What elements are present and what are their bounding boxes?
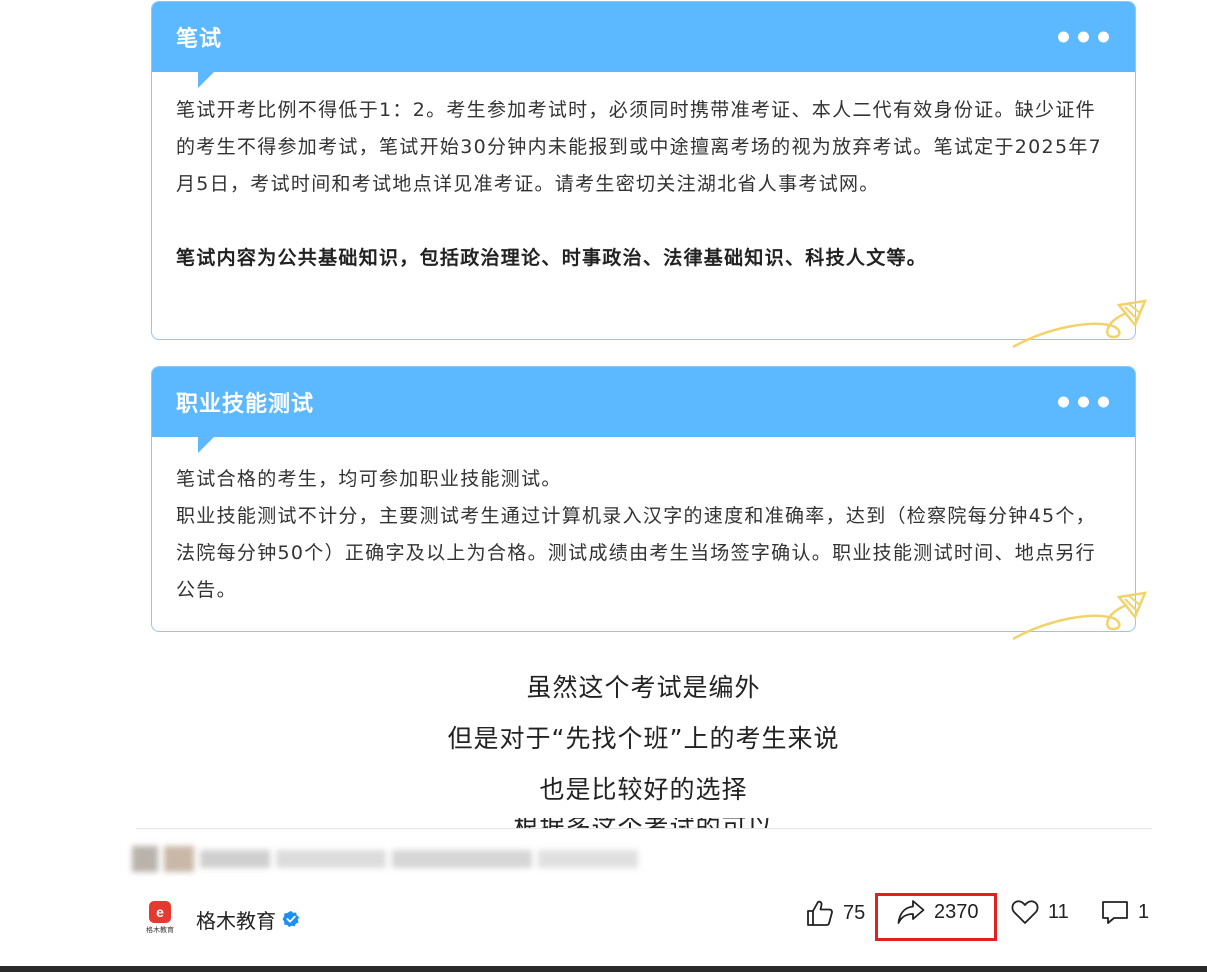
article-line-cutoff: 根据多这个考试的可以 [151,818,1136,828]
card-paragraph: 笔试合格的考生，均可参加职业技能测试。 [176,468,562,490]
article-line: 但是对于“先找个班”上的考生来说 [447,724,840,753]
card-header: 笔试 [152,2,1135,88]
more-dots-icon [1058,31,1109,43]
favorite-count: 11 [1048,900,1069,923]
favorite-button[interactable]: 11 [1010,898,1069,926]
comment-icon [1102,901,1128,924]
share-count: 2370 [934,900,979,923]
like-count: 75 [843,901,866,924]
card-title: 笔试 [176,27,223,52]
arrow-doodle-icon [1012,299,1148,349]
author-logo[interactable]: e 格木教育 [140,901,180,937]
thumbs-up-icon [807,900,833,926]
arrow-doodle-icon [1012,591,1148,641]
bottom-bar [0,966,1207,972]
article-line: 也是比较好的选择 [539,775,748,804]
blurred-content [132,842,644,876]
card-body: 笔试合格的考生，均可参加职业技能测试。 职业技能测试不计分，主要测试考生通过计算… [152,437,1135,609]
article-line: 虽然这个考试是编外 [526,673,761,702]
card-paragraph: 笔试开考比例不得低于1：2。考生参加考试时，必须同时携带准考证、本人二代有效身份… [176,99,1103,195]
share-arrow-icon [897,900,925,924]
logo-text: 格木教育 [146,926,174,934]
logo-mark: e [149,901,171,923]
comment-button[interactable]: 1 [1100,898,1149,926]
comment-count: 1 [1138,900,1150,923]
more-dots-icon [1058,396,1109,408]
card-paragraph: 职业技能测试不计分，主要测试考生通过计算机录入汉字的速度和准确率，达到（检察院每… [176,505,1096,601]
exam-card-written: 笔试 笔试开考比例不得低于1：2。考生参加考试时，必须同时携带准考证、本人二代有… [151,1,1148,349]
author-name[interactable]: 格木教育 [196,905,276,934]
share-button[interactable]: 2370 [896,898,979,926]
exam-card-skill-test: 职业技能测试 笔试合格的考生，均可参加职业技能测试。 职业技能测试不计分，主要测… [151,366,1148,641]
heart-icon [1011,900,1039,924]
like-button[interactable]: 75 [805,898,865,928]
card-body: 笔试开考比例不得低于1：2。考生参加考试时，必须同时携带准考证、本人二代有效身份… [152,72,1135,277]
card-title: 职业技能测试 [176,392,315,417]
card-bold-paragraph: 笔试内容为公共基础知识，包括政治理论、时事政治、法律基础知识、科技人文等。 [176,247,928,269]
author-info[interactable]: e 格木教育 格木教育 [140,901,300,937]
verified-badge-icon [282,910,300,928]
card-header: 职业技能测试 [152,367,1135,453]
divider [136,828,1152,829]
